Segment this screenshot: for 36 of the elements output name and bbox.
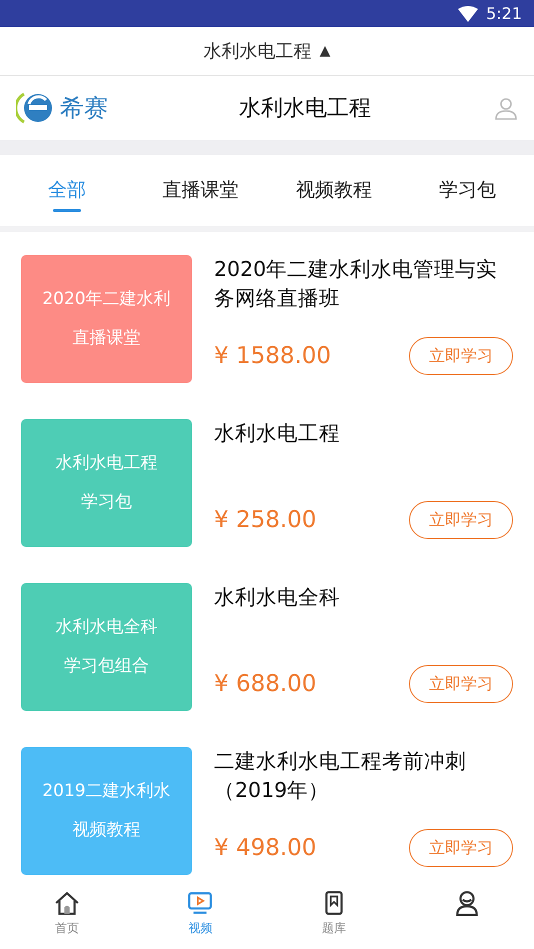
category-tab[interactable]: 视频教程 [267, 155, 400, 226]
nav-tab[interactable]: 视频 [134, 880, 267, 949]
nav-tab[interactable]: 首页 [0, 880, 134, 949]
cover-text: 视频教程 [72, 819, 140, 842]
tab-indicator [52, 209, 81, 212]
home-icon [54, 890, 80, 916]
cover-text: 学习包 [81, 491, 132, 514]
clock: 5:21 [486, 2, 522, 24]
cover-text: 2019二建水利水 [42, 780, 171, 802]
study-button[interactable]: 立即学习 [409, 665, 513, 703]
brand-name: 希赛 [60, 93, 108, 124]
nav-tab[interactable]: 题库 [267, 880, 400, 949]
course-price: ¥ 258.00 [214, 506, 316, 535]
wifi-icon [458, 6, 478, 22]
user-icon [454, 890, 480, 916]
study-button[interactable]: 立即学习 [409, 501, 513, 539]
cover-text: 学习包组合 [64, 655, 149, 678]
course-title: 二建水利水电工程考前冲刺（2019年） [214, 748, 467, 804]
cover-text: 水利水电全科 [56, 616, 158, 638]
category-tab[interactable]: 全部 [0, 155, 134, 226]
course-price: ¥ 1588.00 [214, 342, 332, 371]
course-title: 水利水电全科 [214, 584, 341, 611]
category-tab[interactable]: 直播课堂 [134, 155, 267, 226]
category-tab[interactable]: 学习包 [400, 155, 534, 226]
course-price: ¥ 498.00 [214, 834, 316, 863]
category-dropdown[interactable]: 水利水电工程 ▲ [198, 36, 336, 66]
study-button[interactable]: 立即学习 [409, 337, 513, 375]
course-title: 2020年二建水利水电管理与实务网络直播班 [214, 256, 498, 312]
cover-text: 2020年二建水利 [42, 288, 171, 310]
video-icon [187, 890, 214, 916]
course-price: ¥ 688.00 [214, 670, 316, 699]
page-title: 水利水电工程 [239, 96, 371, 120]
study-button[interactable]: 立即学习 [409, 829, 513, 867]
course-title: 水利水电工程 [214, 420, 341, 447]
cover-text: 水利水电工程 [56, 452, 158, 474]
cover-text: 直播课堂 [72, 327, 140, 350]
